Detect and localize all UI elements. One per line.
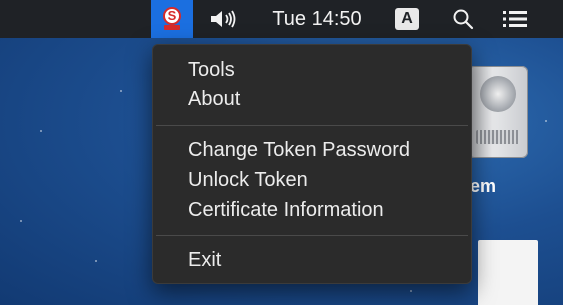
menu-item-certificate-information[interactable]: Certificate Information: [188, 198, 384, 222]
menu-item-exit[interactable]: Exit: [188, 248, 221, 272]
drive-label: em: [470, 176, 497, 196]
menu-item-change-token-password[interactable]: Change Token Password: [188, 138, 410, 162]
input-source-badge[interactable]: A: [395, 8, 419, 30]
menu-bar: S Tue 14:50 A: [0, 0, 563, 38]
menu-item-tools[interactable]: Tools: [188, 58, 235, 82]
list-icon[interactable]: [497, 0, 533, 38]
menu-item-about[interactable]: About: [188, 87, 240, 111]
volume-icon[interactable]: [205, 0, 243, 38]
hard-drive-icon[interactable]: [468, 66, 528, 158]
menu-item-unlock-token[interactable]: Unlock Token: [188, 168, 308, 192]
token-app-icon: S: [162, 7, 182, 31]
menu-separator: [156, 235, 468, 236]
search-icon[interactable]: [448, 0, 478, 38]
desktop-item[interactable]: [478, 240, 538, 305]
menubar-clock[interactable]: Tue 14:50: [257, 0, 377, 38]
dropdown-menu: Tools About Change Token Password Unlock…: [152, 44, 472, 284]
token-app-menu-extra[interactable]: S: [151, 0, 193, 38]
menu-separator: [156, 125, 468, 126]
